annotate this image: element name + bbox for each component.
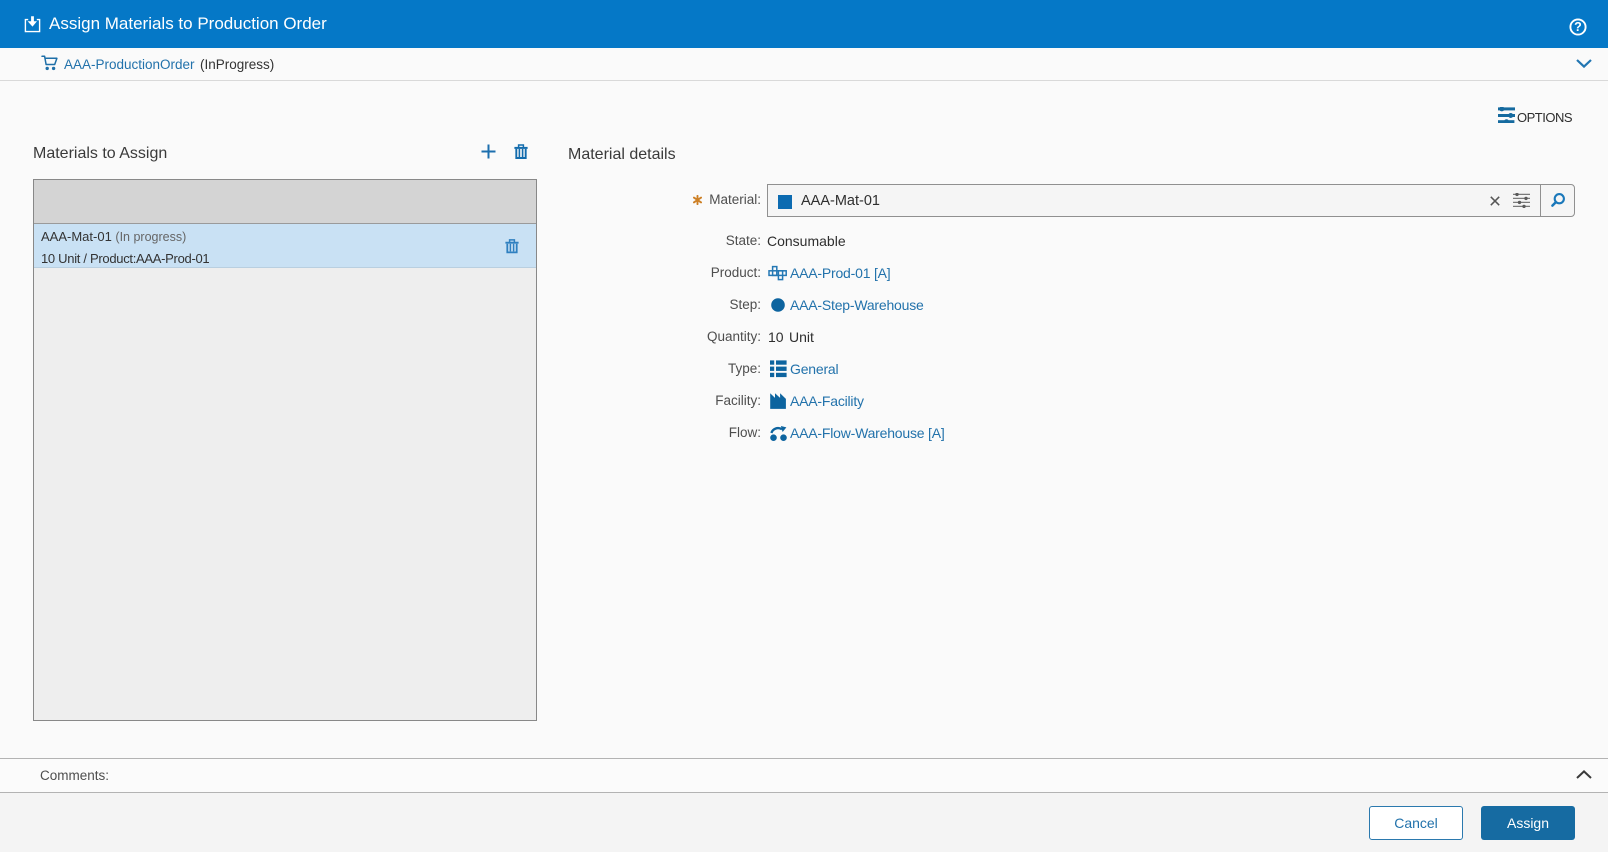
svg-text:?: ? [1574,20,1582,34]
